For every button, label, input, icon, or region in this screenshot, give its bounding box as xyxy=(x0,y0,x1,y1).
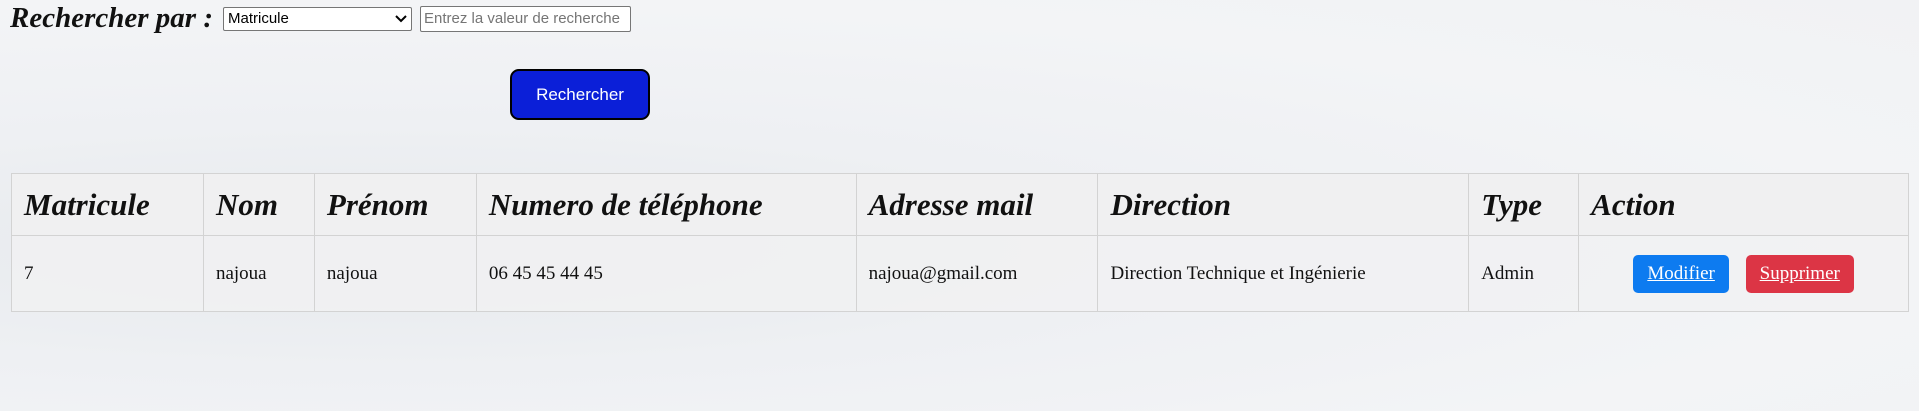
cell-nom: najoua xyxy=(202,235,315,312)
search-button[interactable]: Rechercher xyxy=(510,69,650,120)
cell-matricule: 7 xyxy=(11,235,204,312)
header-telephone: Numero de téléphone xyxy=(475,173,857,236)
cell-type: Admin xyxy=(1468,235,1580,312)
header-type: Type xyxy=(1468,173,1580,236)
header-direction: Direction xyxy=(1097,173,1470,236)
delete-button[interactable]: Supprimer xyxy=(1745,254,1854,293)
search-criteria-value: Matricule xyxy=(227,10,289,27)
table-header-row: Matricule Nom Prénom Numero de téléphone… xyxy=(11,173,1909,236)
chevron-down-icon xyxy=(395,14,407,22)
search-label: Rechercher par : xyxy=(10,2,213,34)
cell-prenom: najoua xyxy=(313,235,477,312)
cell-email: najoua@gmail.com xyxy=(855,235,1099,312)
header-nom: Nom xyxy=(202,173,315,236)
cell-direction: Direction Technique et Ingénierie xyxy=(1097,235,1470,312)
cell-telephone: 06 45 45 44 45 xyxy=(475,235,857,312)
table-row: 7 najoua najoua 06 45 45 44 45 najoua@gm… xyxy=(11,235,1909,312)
header-email: Adresse mail xyxy=(855,173,1099,236)
search-input[interactable] xyxy=(419,5,631,32)
search-bar: Rechercher par : Matricule xyxy=(10,2,631,35)
edit-button[interactable]: Modifier xyxy=(1633,254,1729,293)
header-matricule: Matricule xyxy=(11,173,204,236)
header-action: Action xyxy=(1578,173,1909,236)
users-table: Matricule Nom Prénom Numero de téléphone… xyxy=(11,173,1909,312)
header-prenom: Prénom xyxy=(313,173,477,236)
search-criteria-select[interactable]: Matricule xyxy=(222,6,412,31)
cell-action: Modifier Supprimer xyxy=(1578,235,1909,312)
